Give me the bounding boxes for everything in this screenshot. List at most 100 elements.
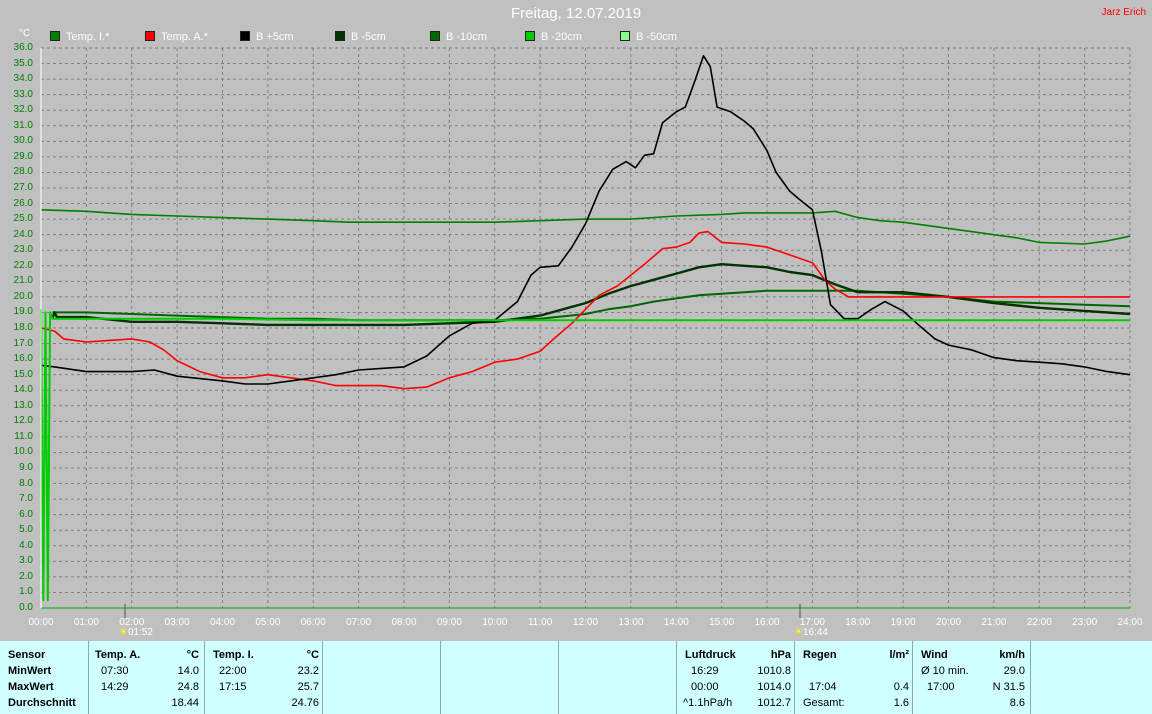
legend-item-b-5: B -5cm <box>335 31 386 45</box>
wind-unit: km/h <box>999 649 1025 661</box>
x-tick-label: 11:00 <box>527 617 553 628</box>
sunset-label: ☀16:44 <box>794 627 828 638</box>
pressure-unit: hPa <box>770 649 791 661</box>
x-tick-label: 22:00 <box>1026 617 1052 628</box>
legend-swatch <box>240 31 250 41</box>
temp-i-max: 25.7 <box>297 681 319 693</box>
empty-column-1 <box>322 641 441 714</box>
wind-day-avg: 8.6 <box>1009 697 1025 709</box>
pressure-trend: ^1.1hPa/h <box>683 697 733 709</box>
y-tick-label: 5.0 <box>19 524 33 536</box>
empty-column-3 <box>558 641 677 714</box>
y-tick-label: 4.0 <box>19 539 33 551</box>
rain-total-label: Gesamt: <box>803 697 845 709</box>
y-tick-label: 15.0 <box>13 368 33 380</box>
y-tick-label: 34.0 <box>13 73 33 85</box>
y-tick-label: 14.0 <box>13 384 33 396</box>
y-tick-label: 25.0 <box>13 213 33 225</box>
temp-a-header: Temp. A. <box>95 649 141 661</box>
x-tick-label: 13:00 <box>618 617 644 628</box>
x-tick-label: 21:00 <box>981 617 1007 628</box>
temp-i-avg: 24.76 <box>291 697 319 709</box>
x-tick-label: 01:00 <box>73 617 99 628</box>
y-tick-label: 8.0 <box>19 477 33 489</box>
y-tick-label: 32.0 <box>13 104 33 116</box>
sensor-column: Sensor MinWert MaxWert Durchschnitt <box>0 641 88 714</box>
x-tick-label: 18:00 <box>845 617 871 628</box>
y-tick-label: 11.0 <box>14 430 33 442</box>
legend-swatch <box>335 31 345 41</box>
y-tick-label: 22.0 <box>13 259 33 271</box>
y-tick-label: 17.0 <box>13 337 33 349</box>
x-tick-label: 23:00 <box>1072 617 1098 628</box>
x-tick-label: 07:00 <box>346 617 372 628</box>
y-tick-label: 16.0 <box>13 353 33 365</box>
sunrise-time: 01:52 <box>127 627 153 638</box>
y-tick-label: 13.0 <box>13 399 33 411</box>
y-tick-label: 1.0 <box>19 586 33 598</box>
y-tick-label: 12.0 <box>13 415 33 427</box>
y-tick-label: 26.0 <box>13 197 33 209</box>
y-tick-label: 27.0 <box>13 182 33 193</box>
y-tick-label: 9.0 <box>19 462 33 473</box>
x-tick-label: 20:00 <box>935 617 962 628</box>
sunrise-label: ☀01:52 <box>119 627 153 638</box>
rain-column: Regen l/m² 17:04 0.4 Gesamt: 1.6 <box>794 641 913 714</box>
pressure-min: 1010.8 <box>757 665 791 677</box>
empty-column-4 <box>1030 641 1152 714</box>
rain-total: 1.6 <box>893 697 909 709</box>
x-tick-label: 09:00 <box>436 617 462 628</box>
legend-swatch <box>145 31 155 41</box>
temp-i-max-time: 17:15 <box>219 681 247 693</box>
sunrise-icon: ☀ <box>119 627 128 638</box>
legend-item-b5: B +5cm <box>240 31 294 45</box>
y-tick-label: 3.0 <box>19 555 33 567</box>
y-axis-unit: °C <box>19 28 31 39</box>
temp-a-column: Temp. A. °C 07:30 14.0 14:29 24.8 18.44 <box>88 641 205 714</box>
temp-a-avg: 18.44 <box>171 697 199 709</box>
wind-column: Wind km/h Ø 10 min. 29.0 17:00 N 31.5 8.… <box>912 641 1031 714</box>
legend-label: Temp. I.* <box>66 31 110 43</box>
x-tick-label: 08:00 <box>391 617 417 628</box>
temp-a-min-time: 07:30 <box>101 665 129 677</box>
chart-title: Freitag, 12.07.2019 <box>510 5 642 22</box>
y-tick-label: 30.0 <box>13 135 33 147</box>
legend-label: B -5cm <box>351 31 386 43</box>
y-tick-label: 0.0 <box>19 602 33 613</box>
pressure-column: Luftdruck hPa 16:29 1010.8 00:00 1014.0 … <box>676 641 795 714</box>
x-tick-label: 14:00 <box>663 617 689 628</box>
x-tick-label: 10:00 <box>482 617 508 628</box>
y-tick-label: 24.0 <box>13 228 33 240</box>
y-tick-label: 18.0 <box>13 322 33 333</box>
wind-max: N 31.5 <box>992 681 1025 693</box>
sensor-header: Sensor <box>8 649 46 661</box>
x-tick-label: 15:00 <box>709 617 735 628</box>
wind-avg: 29.0 <box>1003 665 1025 677</box>
y-tick-label: 33.0 <box>13 88 33 100</box>
empty-column-2 <box>440 641 559 714</box>
temp-i-unit: °C <box>306 649 319 661</box>
x-tick-label: 03:00 <box>164 617 190 628</box>
y-tick-label: 7.0 <box>19 493 33 505</box>
sunset-time: 16:44 <box>802 627 828 638</box>
temp-a-max: 24.8 <box>177 681 199 693</box>
temp-a-unit: °C <box>186 649 199 661</box>
row-label-min: MinWert <box>8 665 52 677</box>
legend-label: B -20cm <box>541 31 582 43</box>
rain-unit: l/m² <box>889 649 909 661</box>
y-tick-label: 36.0 <box>13 42 33 53</box>
x-tick-label: 12:00 <box>572 617 599 628</box>
y-tick-label: 19.0 <box>13 306 33 318</box>
y-tick-label: 21.0 <box>13 275 33 287</box>
stats-panel: Sensor MinWert MaxWert Durchschnitt Temp… <box>0 641 1152 714</box>
temp-i-header: Temp. I. <box>213 649 254 661</box>
y-tick-label: 2.0 <box>19 570 33 582</box>
pressure-min-time: 16:29 <box>691 665 719 677</box>
wind-header: Wind <box>921 649 948 661</box>
x-tick-label: 16:00 <box>754 617 780 628</box>
legend-item-b-20: B -20cm <box>525 31 582 45</box>
pressure-header: Luftdruck <box>685 649 736 661</box>
y-tick-label: 31.0 <box>13 119 33 131</box>
pressure-max-time: 00:00 <box>691 681 719 693</box>
pressure-max: 1014.0 <box>757 681 791 693</box>
